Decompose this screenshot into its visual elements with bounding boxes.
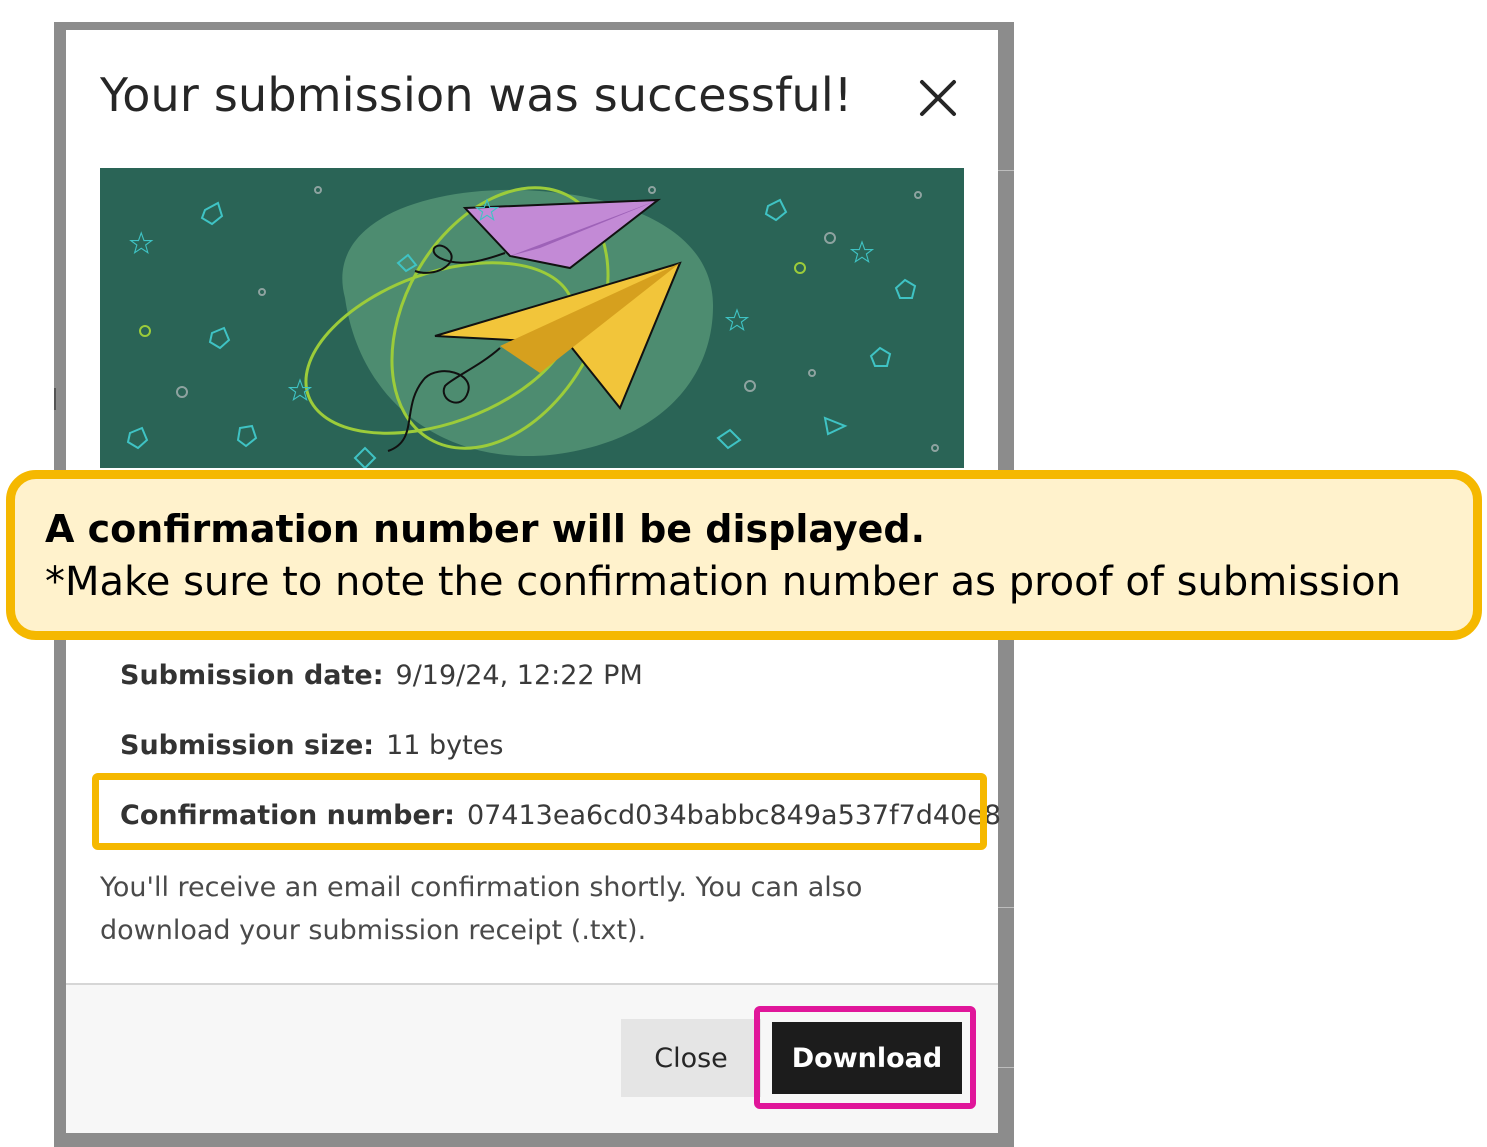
close-button[interactable]: Close <box>621 1019 761 1097</box>
callout-subtitle: *Make sure to note the confirmation numb… <box>45 559 1401 605</box>
dialog-title: Your submission was successful! <box>100 68 853 122</box>
callout-title: A confirmation number will be displayed. <box>45 507 926 551</box>
submission-date-label: Submission date: <box>120 660 384 691</box>
background-text-fragment <box>54 388 64 410</box>
annotation-callout: A confirmation number will be displayed.… <box>6 470 1482 640</box>
submission-size-value: 11 bytes <box>386 730 504 761</box>
submission-size-label: Submission size: <box>120 730 375 761</box>
submission-date-value: 9/19/24, 12:22 PM <box>395 660 643 691</box>
confirmation-number-highlight <box>92 773 987 850</box>
submission-date-row: Submission date: 9/19/24, 12:22 PM <box>120 660 643 691</box>
paper-plane-illustration <box>100 168 964 468</box>
close-icon[interactable] <box>916 76 960 120</box>
email-confirmation-note: You'll receive an email confirmation sho… <box>100 872 863 946</box>
download-button-highlight <box>754 1006 976 1109</box>
submission-size-row: Submission size: 11 bytes <box>120 730 503 761</box>
